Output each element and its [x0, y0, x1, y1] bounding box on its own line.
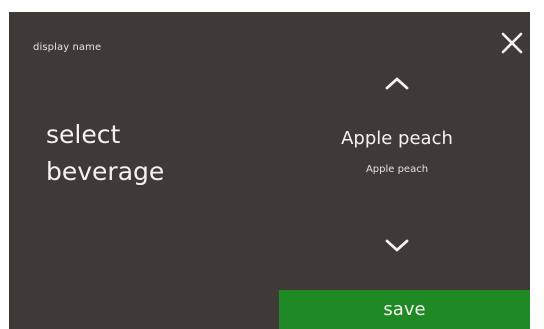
save-button[interactable]: save [279, 290, 530, 329]
heading-line-1: select [46, 120, 121, 149]
selected-beverage-name: Apple peach [341, 128, 453, 149]
close-button[interactable] [501, 32, 523, 54]
beverage-selection-screen: display name select beverage Apple peach… [9, 12, 530, 329]
heading-line-2: beverage [46, 157, 165, 186]
chevron-up-icon [385, 77, 409, 90]
next-beverage-button[interactable] [384, 238, 410, 254]
previous-beverage-button[interactable] [384, 75, 410, 91]
chevron-down-icon [385, 239, 409, 252]
selected-beverage-subtitle: Apple peach [365, 164, 429, 175]
close-icon [501, 32, 523, 54]
select-beverage-heading: select beverage [46, 116, 266, 190]
save-button-label: save [383, 299, 426, 320]
display-name-label: display name [33, 42, 102, 53]
